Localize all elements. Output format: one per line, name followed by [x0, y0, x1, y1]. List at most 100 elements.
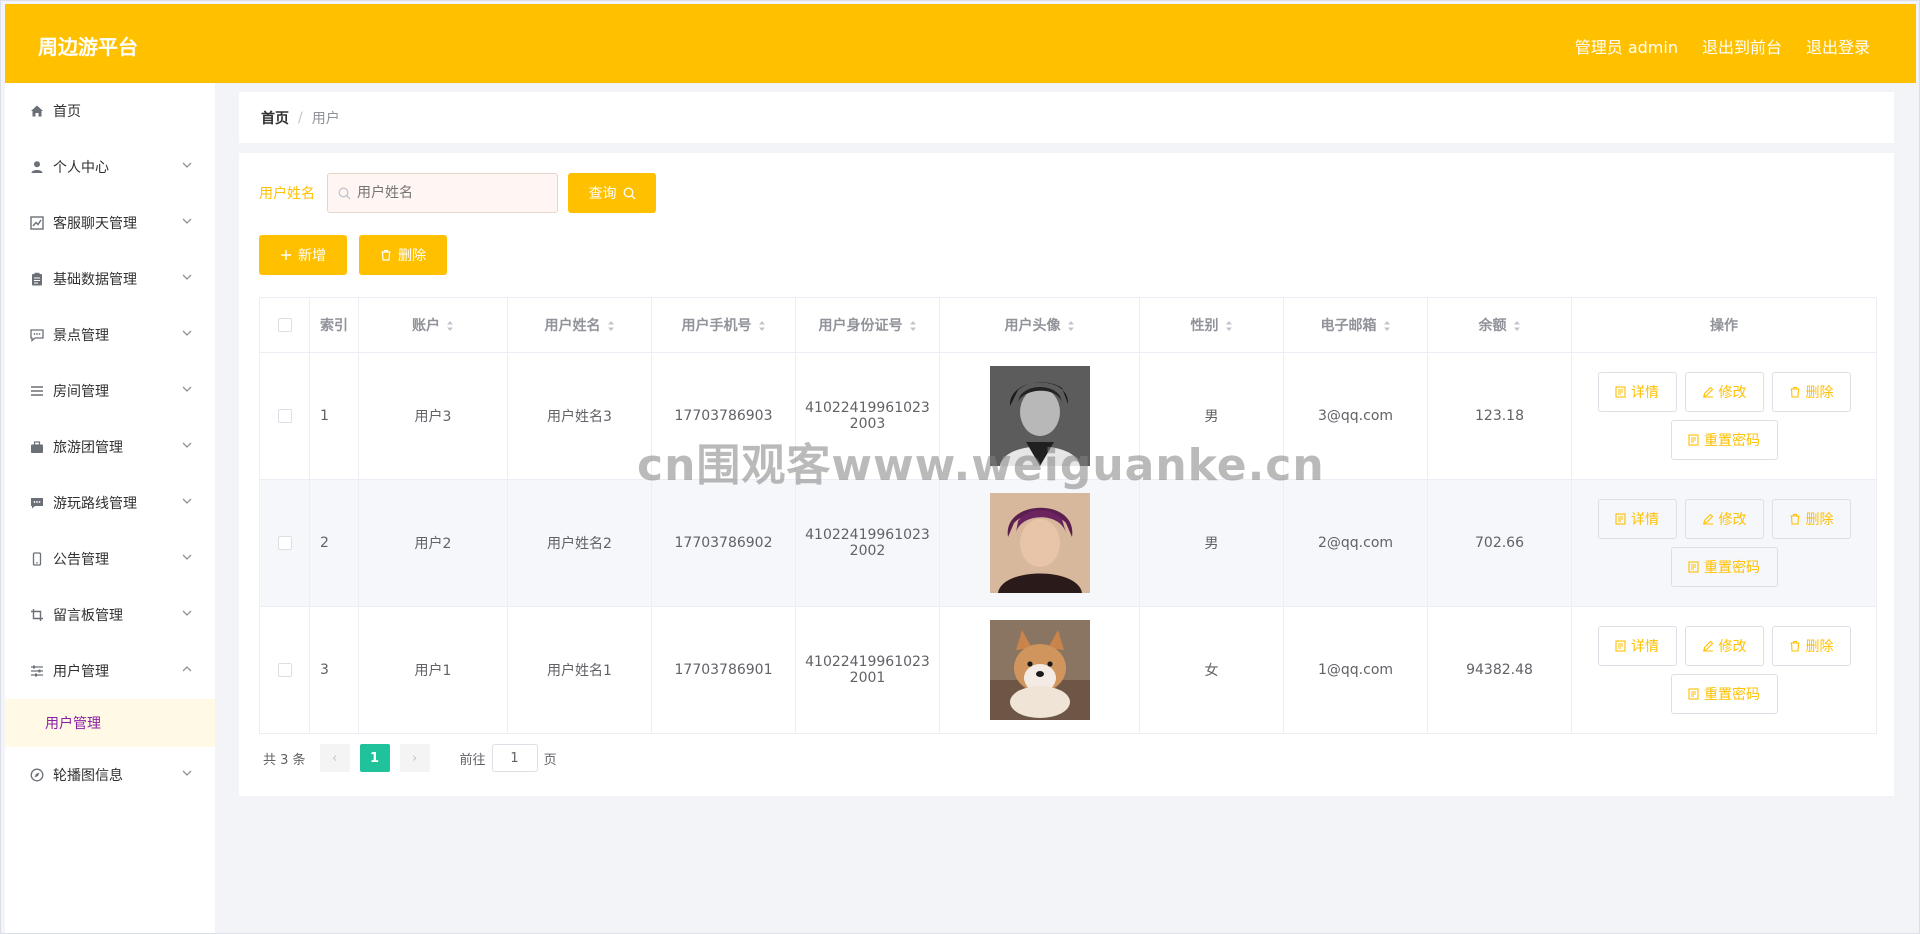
delete-button[interactable]: 删除	[1771, 499, 1851, 539]
sidebar-item-basic-data[interactable]: 基础数据管理	[5, 251, 215, 307]
breadcrumb-home[interactable]: 首页	[261, 108, 289, 128]
goto-prefix: 前往	[459, 752, 486, 768]
delete-button[interactable]: 删除	[1771, 372, 1851, 412]
avatar-image[interactable]	[989, 366, 1090, 466]
document-icon	[1688, 561, 1699, 573]
avatar-image[interactable]	[989, 493, 1090, 593]
chat-icon	[29, 327, 45, 343]
row-select-cell[interactable]	[259, 352, 310, 480]
sort-icon[interactable]	[909, 319, 917, 333]
delete-button[interactable]: 删除	[1771, 626, 1851, 666]
search-button[interactable]: 查询	[568, 173, 656, 213]
edit-label: 修改	[1718, 512, 1747, 528]
header-id-number[interactable]: 用户身份证号	[795, 297, 940, 353]
header-gender[interactable]: 性别	[1139, 297, 1284, 353]
cell-phone: 17703786901	[651, 606, 796, 734]
row-checkbox[interactable]	[277, 409, 292, 423]
prev-page-button[interactable]: ‹	[319, 744, 350, 772]
page-number-current[interactable]: 1	[359, 744, 390, 772]
next-page-button[interactable]: ›	[399, 744, 430, 772]
reset-password-button[interactable]: 重置密码	[1670, 547, 1778, 587]
sort-icon[interactable]	[758, 319, 766, 333]
header-label: 性别	[1190, 318, 1219, 334]
detail-button[interactable]: 详情	[1597, 499, 1677, 539]
chevron-down-icon	[182, 218, 192, 224]
trash-icon	[1790, 640, 1799, 652]
sidebar-item-personal-center[interactable]: 个人中心	[5, 139, 215, 195]
name-search-input[interactable]	[357, 185, 537, 201]
detail-button[interactable]: 详情	[1597, 626, 1677, 666]
sidebar-item-label: 房间管理	[53, 384, 109, 400]
row-checkbox[interactable]	[277, 663, 292, 677]
row-actions: 详情 修改 删除 重置密码	[1572, 626, 1876, 714]
sidebar-item-room[interactable]: 房间管理	[5, 363, 215, 419]
sort-icon[interactable]	[1383, 319, 1391, 333]
header-email[interactable]: 电子邮箱	[1283, 297, 1428, 353]
sort-icon[interactable]	[446, 319, 454, 333]
table-header-row: 索引 账户 用户姓名 用户手机号 用户身份证号 用户头像 性别 电子邮箱 余额 …	[259, 297, 1877, 353]
sidebar: 首页 个人中心 客服聊天管理 基础数据管理 景点管理 房间管理 旅游团管理 游玩…	[5, 83, 215, 933]
sort-icon[interactable]	[1513, 319, 1521, 333]
edit-button[interactable]: 修改	[1684, 626, 1764, 666]
chevron-down-icon	[182, 498, 192, 504]
header-label: 电子邮箱	[1320, 318, 1377, 334]
detail-button[interactable]: 详情	[1597, 372, 1677, 412]
chevron-down-icon	[182, 386, 192, 392]
search-icon	[623, 187, 635, 199]
header-account[interactable]: 账户	[358, 297, 508, 353]
sidebar-subitem-user-management[interactable]: 用户管理	[5, 699, 215, 747]
row-select-cell[interactable]	[259, 479, 310, 607]
add-button[interactable]: 新增	[259, 235, 347, 275]
sidebar-item-chat[interactable]: 客服聊天管理	[5, 195, 215, 251]
document-icon	[1615, 640, 1626, 652]
sort-icon[interactable]	[1067, 319, 1075, 333]
search-bar: 用户姓名 查询	[259, 173, 1874, 213]
sort-icon[interactable]	[1225, 319, 1233, 333]
cell-account: 用户3	[358, 352, 508, 480]
avatar-image[interactable]	[989, 620, 1090, 720]
sidebar-item-carousel[interactable]: 轮播图信息	[5, 747, 215, 803]
sidebar-item-scenic[interactable]: 景点管理	[5, 307, 215, 363]
row-select-cell[interactable]	[259, 606, 310, 734]
header-index: 索引	[309, 297, 359, 353]
sidebar-item-home[interactable]: 首页	[5, 83, 215, 139]
header-balance[interactable]: 余额	[1427, 297, 1572, 353]
sidebar-item-tour-group[interactable]: 旅游团管理	[5, 419, 215, 475]
cell-id-number: 41022419961023 2003	[795, 352, 940, 480]
cell-index: 2	[309, 479, 359, 607]
goto-page-input[interactable]	[491, 744, 538, 772]
sidebar-item-user-mgmt[interactable]: 用户管理	[5, 643, 215, 699]
chevron-down-icon	[182, 442, 192, 448]
row-actions: 详情 修改 删除 重置密码	[1572, 372, 1876, 460]
sliders-icon	[29, 663, 45, 679]
reset-password-button[interactable]: 重置密码	[1670, 420, 1778, 460]
edit-button[interactable]: 修改	[1684, 372, 1764, 412]
sidebar-item-route[interactable]: 游玩路线管理	[5, 475, 215, 531]
header-avatar[interactable]: 用户头像	[939, 297, 1140, 353]
goto-page: 前往 页	[460, 744, 557, 772]
admin-label: 管理员 admin	[1574, 38, 1678, 57]
sidebar-item-notice[interactable]: 公告管理	[5, 531, 215, 587]
header-phone[interactable]: 用户手机号	[651, 297, 796, 353]
table-row: 1 用户3 用户姓名3 17703786903 41022419961023 20…	[259, 352, 1877, 480]
cell-balance: 123.18	[1427, 352, 1572, 480]
delete-button-label: 删除	[398, 248, 426, 264]
sort-icon[interactable]	[607, 319, 615, 333]
edit-button[interactable]: 修改	[1684, 499, 1764, 539]
header-user-name[interactable]: 用户姓名	[507, 297, 652, 353]
exit-to-front-link[interactable]: 退出到前台	[1702, 34, 1782, 58]
cell-account: 用户2	[358, 479, 508, 607]
row-checkbox[interactable]	[277, 536, 292, 550]
action-toolbar: 新增 删除	[259, 235, 1874, 275]
sidebar-item-message-board[interactable]: 留言板管理	[5, 587, 215, 643]
reset-password-button[interactable]: 重置密码	[1670, 674, 1778, 714]
batch-delete-button[interactable]: 删除	[359, 235, 447, 275]
header-label: 账户	[412, 318, 440, 334]
select-all-checkbox[interactable]	[277, 318, 292, 332]
id-line-2: 2002	[849, 543, 886, 559]
chevron-down-icon	[182, 610, 192, 616]
sidebar-item-label: 旅游团管理	[53, 440, 123, 456]
detail-label: 详情	[1631, 385, 1659, 401]
logout-link[interactable]: 退出登录	[1806, 34, 1870, 58]
select-all-header[interactable]	[259, 297, 310, 353]
